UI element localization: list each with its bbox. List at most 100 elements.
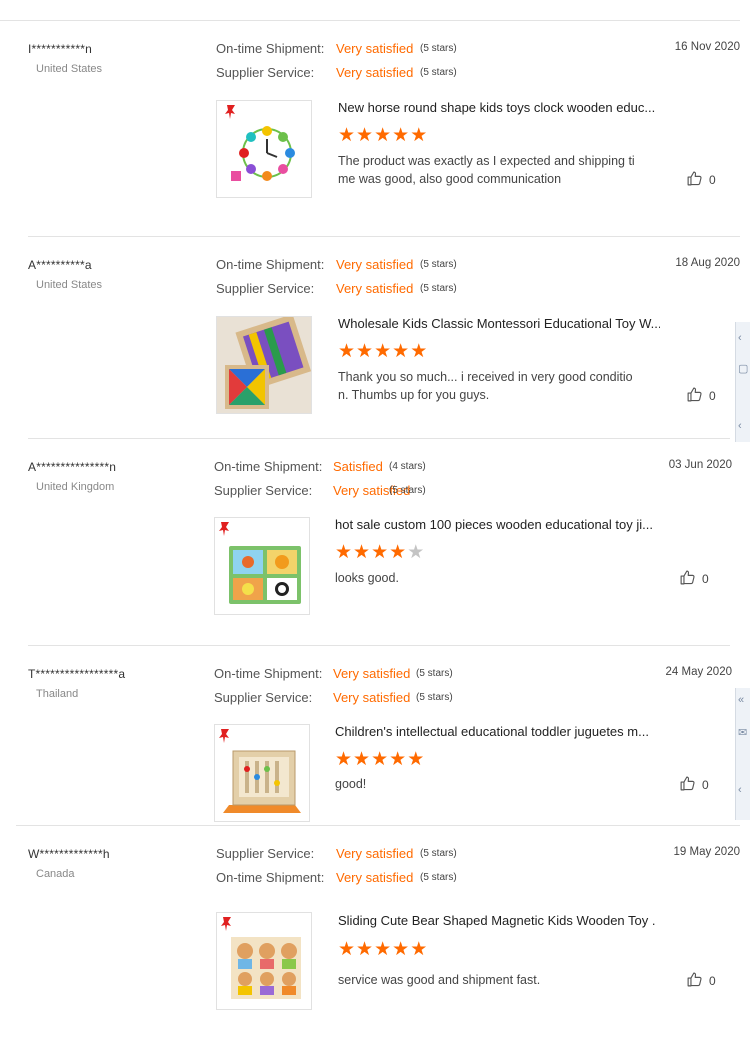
logic-board-image	[215, 729, 309, 821]
rating-value: Very satisfied	[336, 65, 414, 80]
review-comment: Thank you so much... i received in very …	[338, 370, 633, 402]
double-chevron-icon[interactable]: «	[738, 694, 744, 706]
rating-value: Very satisfied	[336, 257, 414, 272]
helpful-count: 0	[709, 173, 716, 187]
floating-side-toolbar[interactable]: « ✉ ‹	[735, 688, 750, 820]
reviewer-country: United States	[36, 63, 103, 75]
reviewer-country: United Kingdom	[36, 481, 115, 493]
rating-stars-text: (5 stars)	[416, 668, 453, 679]
thumbs-up-icon	[686, 170, 703, 190]
star-icon: ★	[356, 125, 375, 146]
review-divider	[0, 20, 740, 21]
expand-icon[interactable]: ‹	[738, 420, 742, 432]
review-divider	[28, 645, 730, 646]
rating-stars-text: (4 stars)	[389, 461, 426, 472]
helpful-button[interactable]: 0	[686, 386, 716, 406]
product-thumbnail[interactable]	[214, 724, 310, 822]
review-date: 16 Nov 2020	[674, 41, 740, 53]
helpful-button[interactable]: 0	[679, 569, 709, 589]
thumbs-up-icon	[679, 569, 696, 589]
review-date: 18 Aug 2020	[675, 257, 740, 269]
reviewer-name: A**********a	[28, 258, 92, 272]
review-divider	[28, 438, 730, 439]
rating-stars-text: (5 stars)	[420, 43, 457, 54]
helpful-button[interactable]: 0	[686, 170, 716, 190]
star-icon: ★	[353, 542, 372, 563]
review-date: 24 May 2020	[665, 666, 733, 678]
star-icon: ★	[356, 341, 375, 362]
star-icon: ★	[374, 125, 393, 146]
review-divider	[16, 825, 740, 826]
rating-value: Very satisfied	[336, 281, 414, 296]
star-icon: ★	[392, 341, 411, 362]
collapse-icon[interactable]: ‹	[738, 332, 742, 344]
helpful-button[interactable]: 0	[686, 971, 716, 991]
rating-label: On-time Shipment:	[216, 257, 325, 272]
star-icon: ★	[335, 542, 354, 563]
reviewer-name: T*****************a	[28, 667, 126, 681]
product-title-link[interactable]: Children's intellectual educational todd…	[335, 724, 653, 739]
helpful-count: 0	[702, 572, 709, 586]
review-comment: good!	[335, 777, 367, 791]
review-divider	[28, 236, 740, 237]
rating-value: Very satisfied	[336, 41, 414, 56]
review-star-rating: ★★★★★	[338, 940, 428, 960]
rating-label: On-time Shipment:	[216, 870, 325, 885]
reviewer-country: United States	[36, 279, 103, 291]
rating-label: On-time Shipment:	[216, 41, 325, 56]
review-star-rating: ★★★★★	[335, 750, 425, 770]
animal-puzzle-image	[215, 522, 309, 614]
rating-label: On-time Shipment:	[214, 459, 323, 474]
floating-side-toolbar[interactable]: ‹ ▢ ‹	[735, 322, 750, 442]
rating-value: Very satisfied	[336, 846, 414, 861]
rating-label: On-time Shipment:	[214, 666, 323, 681]
mail-icon[interactable]: ✉	[738, 726, 747, 739]
rating-label: Supplier Service:	[214, 483, 313, 498]
star-icon: ★	[353, 749, 372, 770]
rating-stars-text: (5 stars)	[389, 485, 426, 496]
product-thumbnail[interactable]	[216, 316, 312, 414]
star-icon: ★	[338, 341, 357, 362]
rating-label: Supplier Service:	[214, 690, 313, 705]
rating-value: Satisfied	[333, 459, 383, 474]
star-icon: ★	[389, 542, 408, 563]
review-star-rating: ★★★★★	[338, 342, 428, 362]
star-icon: ★	[374, 939, 393, 960]
star-icon: ★	[371, 542, 390, 563]
rating-value: Very satisfied	[333, 690, 411, 705]
product-title-link[interactable]: Wholesale Kids Classic Montessori Educat…	[338, 316, 660, 331]
product-title-link[interactable]: hot sale custom 100 pieces wooden educat…	[335, 517, 653, 532]
helpful-button[interactable]: 0	[679, 775, 709, 795]
tangram-toy-image	[217, 317, 311, 413]
star-icon: ★	[407, 542, 426, 563]
star-icon: ★	[392, 125, 411, 146]
product-thumbnail[interactable]	[216, 912, 312, 1010]
review-comment: The product was exactly as I expected an…	[338, 154, 635, 186]
thumbs-up-icon	[679, 775, 696, 795]
reviewer-name: A***************n	[28, 460, 117, 474]
rating-stars-text: (5 stars)	[420, 283, 457, 294]
star-icon: ★	[392, 939, 411, 960]
rating-stars-text: (5 stars)	[420, 848, 457, 859]
bear-puzzle-image	[217, 917, 311, 1009]
helpful-count: 0	[709, 974, 716, 988]
review-star-rating: ★★★★★	[335, 543, 425, 563]
star-icon: ★	[338, 939, 357, 960]
helpful-count: 0	[709, 389, 716, 403]
product-title-link[interactable]: New horse round shape kids toys clock wo…	[338, 100, 656, 115]
review-comment: looks good.	[335, 571, 399, 585]
star-icon: ★	[371, 749, 390, 770]
product-thumbnail[interactable]	[214, 517, 310, 615]
rating-stars-text: (5 stars)	[420, 259, 457, 270]
star-icon: ★	[410, 341, 429, 362]
rating-value: Very satisfied	[333, 666, 411, 681]
thumbs-up-icon	[686, 971, 703, 991]
helpful-count: 0	[702, 778, 709, 792]
review-comment: service was good and shipment fast.	[338, 973, 541, 987]
expand-icon[interactable]: ‹	[738, 784, 742, 796]
message-icon[interactable]: ▢	[738, 362, 748, 375]
product-thumbnail[interactable]	[216, 100, 312, 198]
thumbs-up-icon	[686, 386, 703, 406]
reviewer-country: Canada	[36, 868, 75, 880]
product-title-link[interactable]: Sliding Cute Bear Shaped Magnetic Kids W…	[338, 913, 656, 928]
